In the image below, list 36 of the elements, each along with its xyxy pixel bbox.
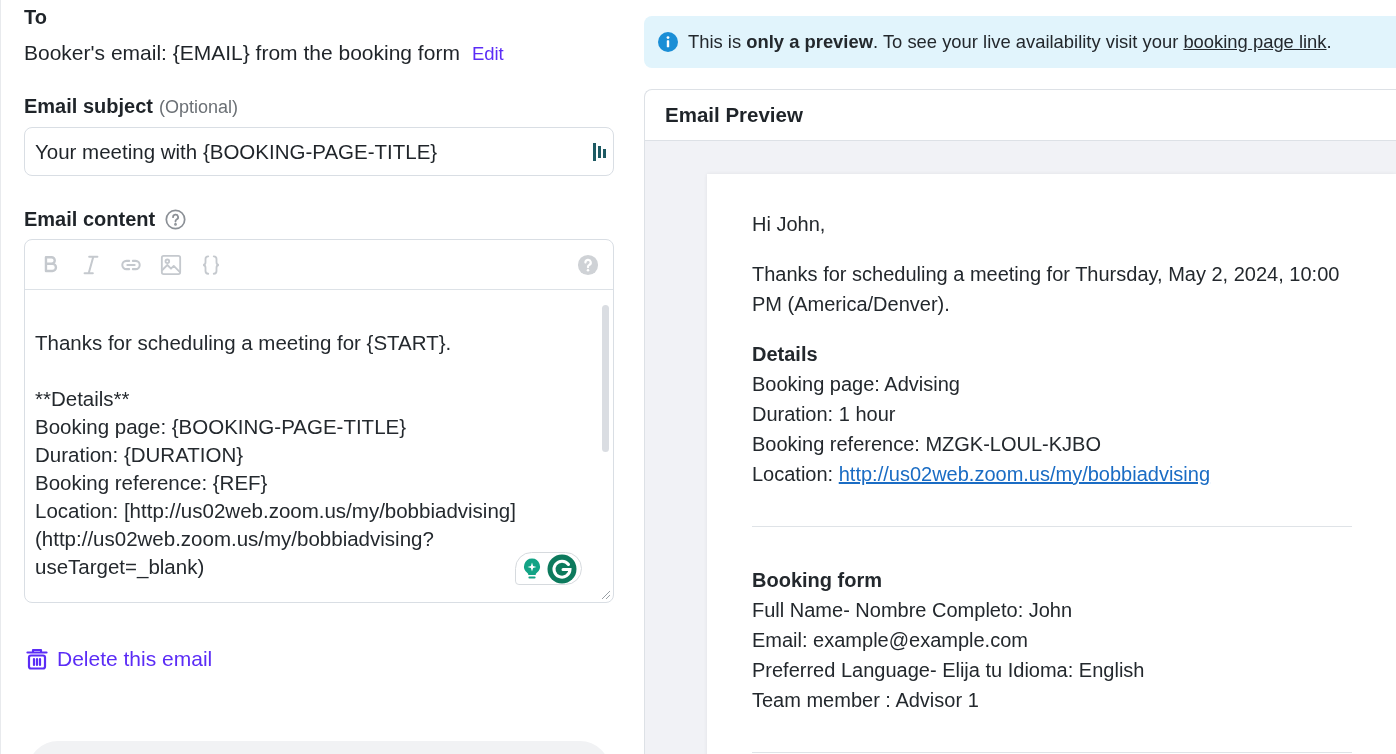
detail-line: Email: example@example.com [752, 628, 1029, 653]
detail-line: Booking reference: MZGK-LOUL-KJBO [752, 432, 1102, 457]
recipient-text: Booker's email: {EMAIL} from the booking form [24, 41, 460, 65]
field-label: To [24, 5, 48, 29]
letter-g-icon[interactable] [547, 553, 578, 584]
email-content-field[interactable]: Thanks for scheduling a meeting for {START}. **Details** Booking page: {BOOKING-PAGE-TITLE} Duration: {DURATION} Booking reference: {REF} Location: [http://us02web.zoom.us/my/bobbiadvising](http://us02web.zoom.us/my/bobbiadvising?useTarget=_blank) [25, 290, 613, 602]
greeting-text: Hi John, [752, 212, 827, 237]
detail-line: Booking page: Advising [752, 372, 961, 397]
help-icon[interactable] [577, 253, 599, 276]
detail-line: Location: http://us02web.zoom.us/my/bobbiadvising [752, 462, 1212, 487]
edit-link[interactable]: Edit [471, 43, 504, 65]
help-icon[interactable] [165, 208, 187, 230]
booking-page-link[interactable]: booking page link [1183, 31, 1327, 52]
optional-hint: (Optional) [158, 97, 238, 118]
delete-email-link[interactable]: Delete this email [24, 647, 213, 671]
field-label: Email subject [24, 94, 153, 118]
detail-line: Preferred Language- Elija tu Idioma: English [752, 658, 1146, 683]
scrollbar-thumb[interactable] [602, 305, 609, 452]
location-link[interactable]: http://us02web.zoom.us/my/bobbiadvising [838, 463, 1211, 485]
notice-text: This is only a preview. To see your live availability visit your booking page link. [688, 31, 1332, 53]
trash-icon [26, 648, 48, 670]
intro-text: Thanks for scheduling a meeting for Thursday, May 2, 2024, 10:00 PM (America/Denver). [752, 262, 1341, 317]
info-icon [658, 32, 678, 52]
detail-line: Team member : Advisor 1 [752, 688, 980, 713]
resize-handle-icon[interactable] [601, 590, 610, 599]
assistant-widget[interactable] [515, 552, 582, 585]
section-heading: Booking form [752, 568, 883, 593]
section-heading: Details [752, 342, 819, 367]
detail-line: Full Name- Nombre Completo: John [752, 598, 1074, 623]
bars-icon[interactable] [593, 142, 607, 161]
field-label: Email content [24, 207, 156, 231]
preview-title: Email Preview [665, 103, 803, 127]
subject-field[interactable]: Your meeting with {BOOKING-PAGE-TITLE} [24, 127, 614, 176]
braces-icon[interactable] [200, 253, 222, 276]
image-icon[interactable] [160, 253, 182, 276]
detail-line: Duration: 1 hour [752, 402, 897, 427]
